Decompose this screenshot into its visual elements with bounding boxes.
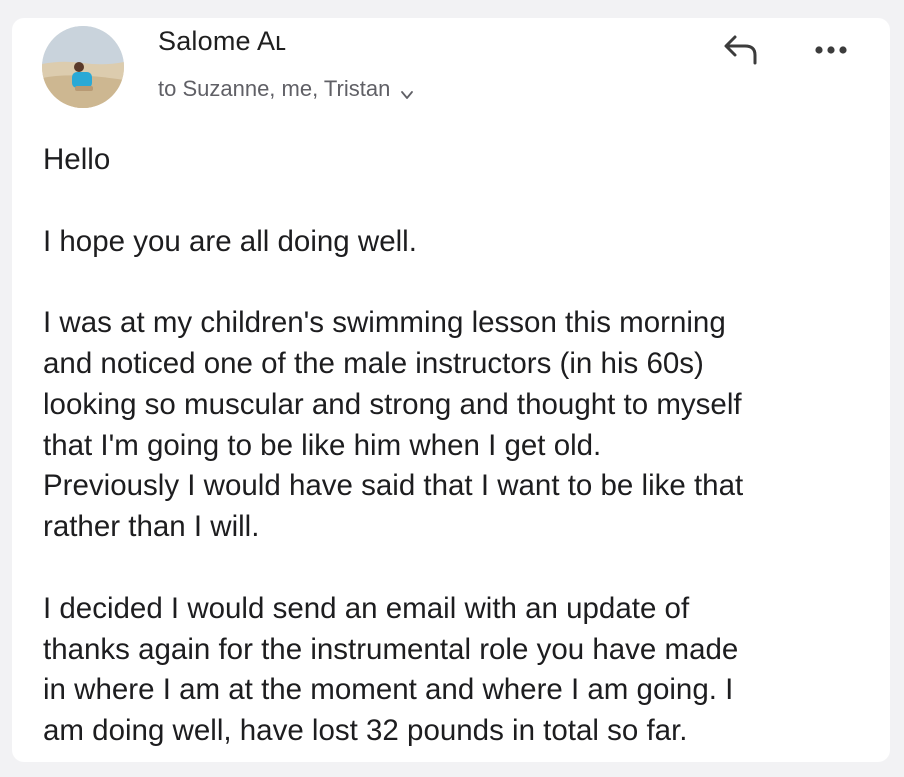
body-paragraph: Hello [43,143,111,176]
sender-name: Salome Aʟ [158,26,287,56]
body-paragraph: I decided I would send an email with an … [43,591,739,748]
more-options-icon [815,46,847,54]
avatar-photo-icon [42,26,124,108]
email-body: Hello I hope you are all doing well. I w… [43,140,883,762]
recipients-label: to Suzanne, me, Tristan [158,76,391,101]
reply-icon [724,35,757,65]
email-header: Salome Aʟ to Suzanne, me, Tristan [12,18,890,138]
reply-button[interactable] [718,30,764,70]
body-paragraph: I hope you are all doing well. [43,224,417,258]
recipients-toggle[interactable]: to Suzanne, me, Tristan [158,76,414,102]
more-options-button[interactable] [808,30,854,70]
body-paragraph: I was at my children's swimming lesson t… [43,306,744,544]
email-card: Salome Aʟ to Suzanne, me, Tristan Hello … [12,18,890,762]
chevron-down-icon[interactable] [400,82,414,99]
avatar[interactable] [42,26,124,108]
